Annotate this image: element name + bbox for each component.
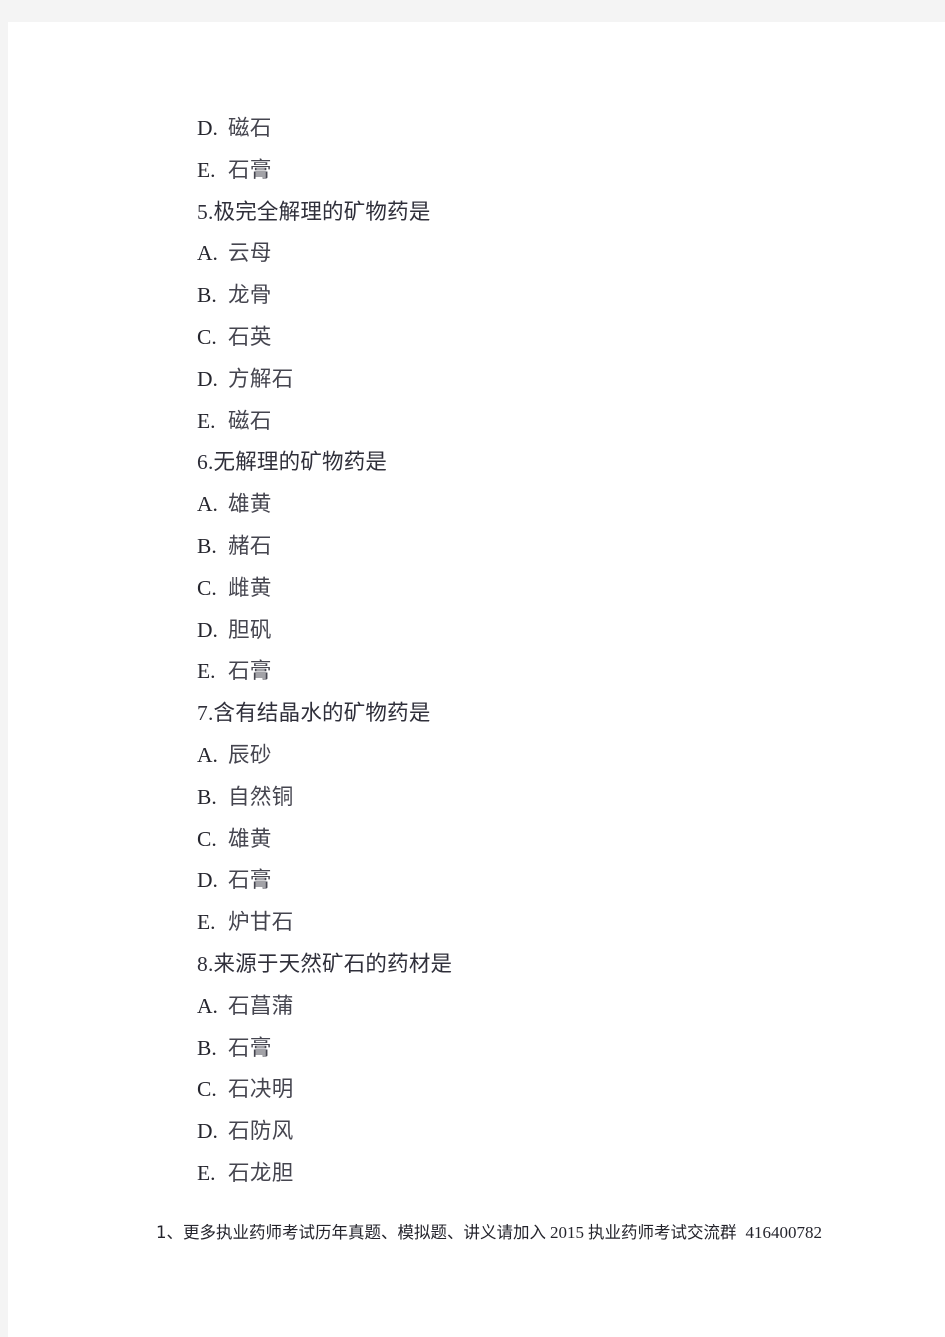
question-text: 来源于天然矿石的药材是 (213, 951, 453, 976)
option-letter: A. (197, 993, 218, 1018)
footer-text-part2: 执业药师考试交流群 (588, 1223, 737, 1242)
answer-option: A. 雄黄 (197, 484, 897, 526)
option-letter: D. (197, 1119, 218, 1144)
answer-option: E. 磁石 (197, 401, 897, 443)
option-letter: D. (197, 868, 218, 893)
option-letter: D. (197, 116, 218, 140)
footer-year: 2015 (550, 1223, 584, 1242)
question-heading: 8.来源于天然矿石的药材是 (197, 944, 897, 986)
option-letter: C. (197, 324, 217, 349)
answer-option: E. 石膏 (197, 651, 897, 693)
option-letter: B. (197, 784, 217, 809)
answer-option: C. 石英 (197, 317, 897, 359)
answer-option: C. 石决明 (197, 1069, 897, 1111)
option-text: 石防风 (228, 1119, 294, 1144)
option-letter: C. (197, 1077, 217, 1102)
question-heading: 7.含有结晶水的矿物药是 (197, 693, 897, 735)
question-number: 7. (197, 701, 214, 726)
question-text: 无解理的矿物药是 (213, 450, 388, 475)
option-text: 石膏 (228, 157, 272, 182)
option-text: 胆矾 (228, 617, 272, 642)
option-text: 雄黄 (228, 492, 272, 517)
option-text: 磁石 (228, 408, 272, 433)
option-letter: A. (197, 492, 218, 517)
exam-question-list: D. 磁石 E. 石膏 5.极完全解理的矿物药是 A. 云母 B. 龙骨 C. 石英 D. 方解石 E. 磁… (197, 108, 897, 1195)
answer-option: D. 胆矾 (197, 610, 897, 652)
option-text: 石决明 (228, 1077, 294, 1102)
answer-option: D. 石防风 (197, 1111, 897, 1153)
question-text: 含有结晶水的矿物药是 (213, 701, 431, 726)
option-letter: B. (197, 533, 217, 558)
option-text: 自然铜 (228, 784, 294, 809)
page-left-margin-band (0, 22, 8, 1337)
option-text: 雌黄 (228, 575, 272, 600)
answer-option: C. 雄黄 (197, 819, 897, 861)
question-text: 极完全解理的矿物药是 (213, 199, 431, 224)
option-letter: E. (197, 157, 216, 182)
option-text: 赭石 (228, 533, 272, 558)
option-text: 方解石 (228, 366, 294, 391)
option-letter: E. (197, 1160, 216, 1185)
answer-option: B. 自然铜 (197, 777, 897, 819)
option-text: 雄黄 (228, 826, 272, 851)
answer-option: D. 石膏 (197, 860, 897, 902)
answer-option: A. 云母 (197, 233, 897, 275)
question-heading: 5.极完全解理的矿物药是 (197, 192, 897, 234)
option-text: 辰砂 (228, 742, 272, 767)
answer-option: C. 雌黄 (197, 568, 897, 610)
option-text: 石膏 (228, 659, 272, 684)
answer-option: E. 石膏 (197, 150, 897, 192)
page-footer: 1、更多执业药师考试历年真题、模拟题、讲义请加入 2015 执业药师考试交流群 416… (156, 1220, 896, 1246)
answer-option: B. 石膏 (197, 1028, 897, 1070)
question-heading: 6.无解理的矿物药是 (197, 442, 897, 484)
option-letter: E. (197, 659, 216, 684)
option-letter: B. (197, 1035, 217, 1060)
question-number: 8. (197, 951, 214, 976)
question-number: 6. (197, 450, 214, 475)
answer-option: A. 石菖蒲 (197, 986, 897, 1028)
option-letter: E. (197, 408, 216, 433)
option-text: 石膏 (228, 1035, 272, 1060)
option-text: 云母 (228, 241, 272, 266)
footer-qq-group-number: 416400782 (745, 1223, 823, 1242)
footer-text-part1: 1、更多执业药师考试历年真题、模拟题、讲义请加入 (156, 1223, 546, 1242)
option-text: 石膏 (228, 868, 272, 893)
option-text: 磁石 (228, 116, 272, 140)
answer-option: E. 炉甘石 (197, 902, 897, 944)
option-letter: A. (197, 241, 218, 266)
question-number: 5. (197, 199, 214, 224)
option-text: 石菖蒲 (228, 993, 294, 1018)
answer-option: A. 辰砂 (197, 735, 897, 777)
option-text: 石龙胆 (228, 1160, 294, 1185)
option-letter: C. (197, 575, 217, 600)
option-text: 炉甘石 (228, 910, 294, 935)
document-page: D. 磁石 E. 石膏 5.极完全解理的矿物药是 A. 云母 B. 龙骨 C. 石英 D. 方解石 E. 磁… (8, 22, 945, 1337)
option-letter: D. (197, 366, 218, 391)
answer-option: D. 方解石 (197, 359, 897, 401)
option-text: 石英 (228, 324, 272, 349)
answer-option: B. 龙骨 (197, 275, 897, 317)
option-text: 龙骨 (228, 283, 272, 308)
answer-option: E. 石龙胆 (197, 1153, 897, 1195)
page-top-margin-band (0, 0, 945, 22)
option-letter: D. (197, 617, 218, 642)
option-letter: C. (197, 826, 217, 851)
answer-option: B. 赭石 (197, 526, 897, 568)
answer-option: D. 磁石 (197, 108, 897, 150)
option-letter: B. (197, 283, 217, 308)
option-letter: A. (197, 742, 218, 767)
option-letter: E. (197, 910, 216, 935)
